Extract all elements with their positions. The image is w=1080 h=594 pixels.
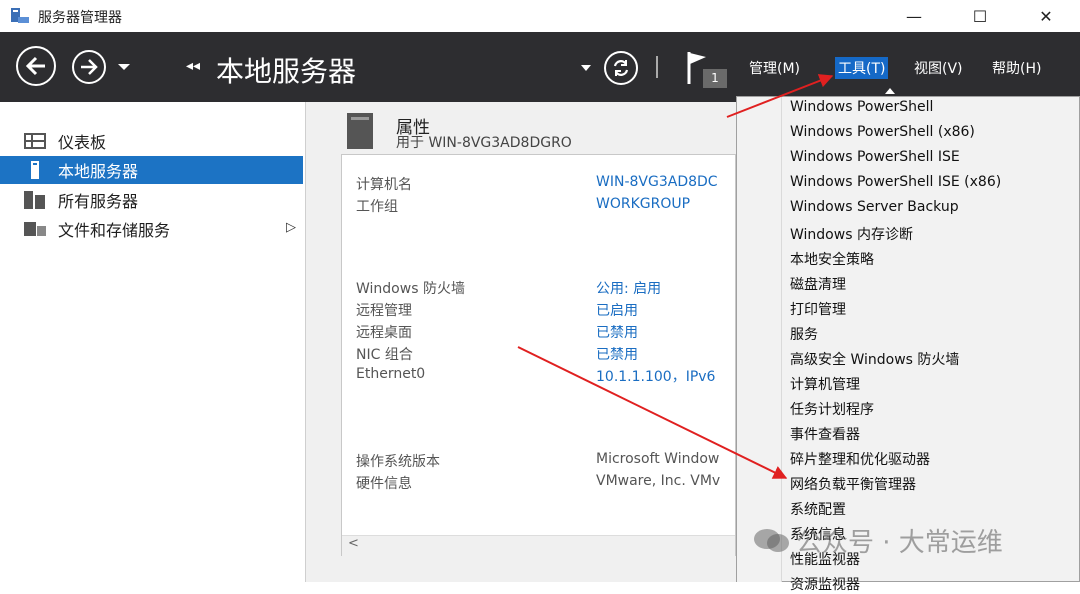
menu-icon-gutter (737, 97, 782, 582)
watermark-text: 公众号 · 大常运维 (796, 528, 1003, 558)
forward-button[interactable] (72, 50, 106, 84)
property-label: 操作系统版本 (356, 454, 440, 470)
refresh-button[interactable] (604, 51, 638, 85)
menu-tools[interactable]: 工具(T) (835, 57, 889, 79)
tools-menu-item[interactable]: Windows PowerShell ISE (790, 149, 960, 165)
tools-menu-item[interactable]: Windows PowerShell (790, 99, 933, 115)
tools-menu-item[interactable]: 碎片整理和优化驱动器 (790, 449, 930, 469)
sidebar-item-label: 文件和存储服务 (58, 221, 171, 240)
menu-manage[interactable]: 管理(M) (749, 58, 800, 78)
tools-menu-item[interactable]: 打印管理 (790, 299, 846, 319)
tools-menu-item[interactable]: 计算机管理 (790, 374, 860, 394)
wechat-icon (754, 529, 789, 552)
tools-menu-item[interactable]: Windows PowerShell (x86) (790, 124, 975, 140)
sidebar-item-dashboard[interactable]: 仪表板 (0, 127, 303, 155)
property-value-link[interactable]: WIN-8VG3AD8DC (596, 174, 718, 190)
tools-menu-item[interactable]: Windows 内存诊断 (790, 224, 913, 244)
menu-help[interactable]: 帮助(H) (992, 58, 1041, 78)
tools-menu-item[interactable]: Windows Server Backup (790, 199, 959, 215)
property-label: Windows 防火墙 (356, 281, 465, 297)
property-value-link[interactable]: 10.1.1.100，IPv6 (596, 366, 715, 386)
tools-menu-item[interactable]: 系统配置 (790, 499, 846, 519)
horizontal-scrollbar[interactable] (342, 535, 735, 556)
menu-caret-icon (885, 88, 895, 94)
scroll-left-icon[interactable]: < (348, 536, 359, 551)
dashboard-icon (24, 132, 46, 150)
property-value: VMware, Inc. VMv (596, 473, 721, 489)
storage-icon (24, 220, 46, 238)
tools-menu-item[interactable]: 任务计划程序 (790, 399, 874, 419)
property-value: Microsoft Window (596, 451, 720, 467)
refresh-icon (613, 60, 629, 76)
property-label: NIC 组合 (356, 347, 413, 363)
property-label: Ethernet0 (356, 366, 426, 382)
properties-server-icon (347, 113, 373, 149)
sidebar-item-file-storage[interactable]: 文件和存储服务 (0, 215, 303, 243)
close-button[interactable]: ✕ (1016, 0, 1076, 32)
maximize-button[interactable]: ☐ (950, 0, 1010, 32)
arrow-right-icon (81, 59, 98, 75)
minimize-button[interactable]: — (884, 0, 944, 32)
sidebar-item-label: 本地服务器 (58, 162, 139, 181)
back-button[interactable] (16, 46, 56, 86)
menu-view[interactable]: 视图(V) (914, 58, 963, 78)
sidebar-item-label: 仪表板 (58, 133, 107, 152)
servers-icon (24, 191, 46, 209)
tools-menu-item[interactable]: 本地安全策略 (790, 249, 874, 269)
property-value-link[interactable]: 公用: 启用 (596, 278, 661, 298)
tools-menu-item[interactable]: 高级安全 Windows 防火墙 (790, 349, 959, 369)
history-dropdown-icon[interactable] (117, 63, 131, 71)
property-label: 远程管理 (356, 303, 412, 319)
window-title: 服务器管理器 (38, 10, 122, 26)
server-icon (24, 161, 46, 179)
property-value-link[interactable]: 已禁用 (596, 344, 638, 364)
sidebar-item-label: 所有服务器 (58, 192, 139, 211)
tools-menu-item[interactable]: 事件查看器 (790, 424, 860, 444)
tools-menu-item[interactable]: 网络负载平衡管理器 (790, 474, 916, 494)
properties-subtitle: 用于 WIN-8VG3AD8DGRO (396, 135, 572, 151)
header-separator (656, 56, 658, 78)
property-label: 工作组 (356, 199, 398, 215)
tools-menu-item[interactable]: 资源监视器 (790, 574, 860, 594)
sidebar-item-local-server[interactable]: 本地服务器 (0, 156, 303, 184)
property-value-link[interactable]: WORKGROUP (596, 196, 690, 212)
server-manager-app-icon (11, 8, 29, 23)
tools-dropdown-menu (736, 96, 1080, 582)
property-value-link[interactable]: 已启用 (596, 300, 638, 320)
chevron-down-icon[interactable] (580, 64, 592, 72)
breadcrumb-chevrons: ◂◂ (186, 58, 201, 74)
sidebar-item-all-servers[interactable]: 所有服务器 (0, 186, 303, 214)
tools-menu-item[interactable]: 磁盘清理 (790, 274, 846, 294)
arrow-left-icon (25, 56, 45, 76)
property-value-link[interactable]: 已禁用 (596, 322, 638, 342)
tools-menu-item[interactable]: Windows PowerShell ISE (x86) (790, 174, 1001, 190)
property-label: 计算机名 (356, 177, 412, 193)
notification-badge: 1 (703, 69, 727, 88)
property-label: 硬件信息 (356, 476, 412, 492)
tools-menu-item[interactable]: 服务 (790, 324, 818, 344)
page-title: 本地服务器 (216, 55, 357, 88)
property-label: 远程桌面 (356, 325, 412, 341)
expand-arrow-icon[interactable]: ▷ (286, 220, 296, 235)
